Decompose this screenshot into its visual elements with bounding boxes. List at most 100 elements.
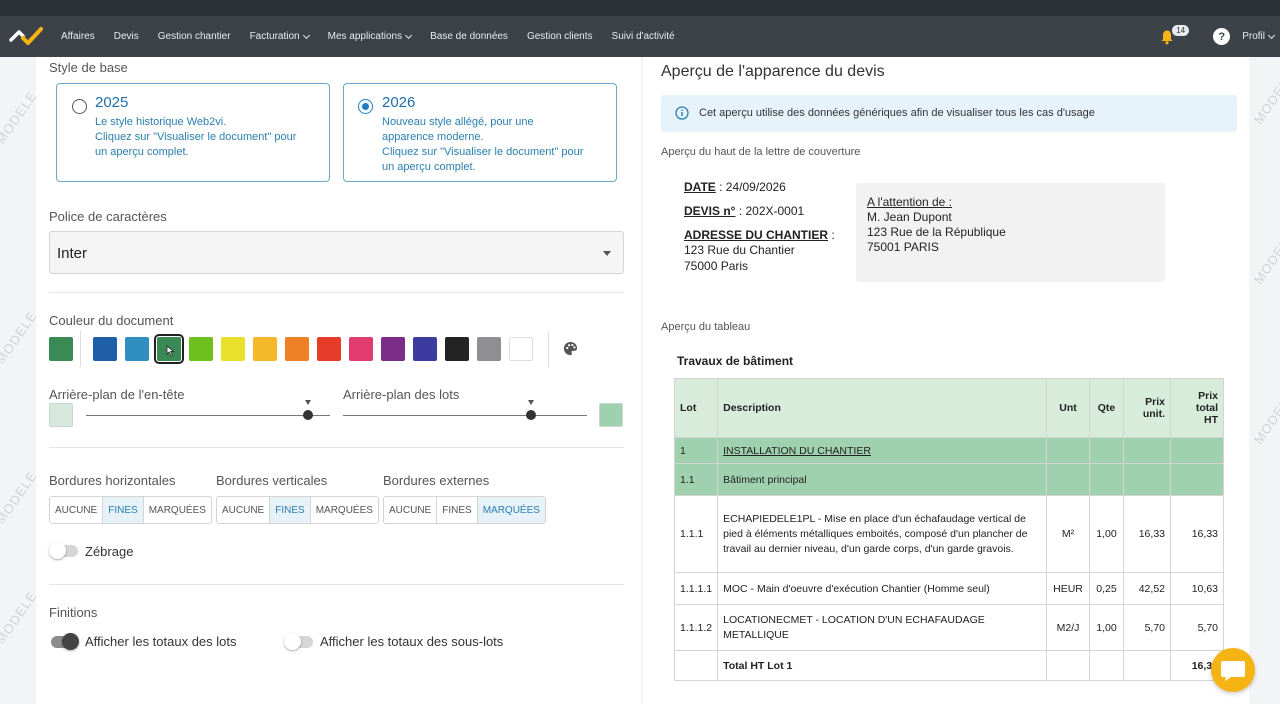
nav-item[interactable]: Affaires: [61, 31, 95, 42]
cell-qty: [1089, 650, 1124, 681]
nav-item-label: Mes applications: [327, 31, 403, 42]
caret-down-icon: [603, 251, 611, 256]
header-bg-slider-thumb[interactable]: [303, 410, 314, 420]
color-swatch[interactable]: [189, 337, 213, 361]
color-swatch[interactable]: [317, 337, 341, 361]
nav-item[interactable]: Facturation: [249, 31, 310, 42]
nav-item[interactable]: Mes applications: [327, 31, 413, 42]
cell-lot: 1: [673, 437, 719, 464]
nav-item[interactable]: Gestion clients: [527, 31, 593, 42]
date-value: : 24/09/2026: [715, 180, 786, 194]
help-button[interactable]: ?: [1213, 28, 1231, 45]
nav-item[interactable]: Base de données: [430, 31, 508, 42]
chat-icon: [1221, 661, 1245, 681]
style-desc-line: apparence moderne.: [382, 131, 484, 143]
font-label: Police de caractères: [49, 209, 167, 224]
lots-bg-slider[interactable]: [343, 415, 587, 416]
cell-qty: 1,00: [1089, 604, 1124, 651]
header-bg-slider[interactable]: [86, 415, 330, 416]
lots-bg-preview: [599, 403, 623, 427]
toggle-knob: [62, 633, 79, 650]
color-swatch[interactable]: [445, 337, 469, 361]
style-option-2026[interactable]: 2026 Nouveau style allégé, pour une appa…: [343, 83, 617, 182]
border-option-button[interactable]: AUCUNE: [384, 497, 438, 523]
cell-desc: INSTALLATION DU CHANTIER: [717, 437, 1047, 464]
nav-item[interactable]: Suivi d'activité: [612, 31, 675, 42]
nav-item-label: Gestion clients: [526, 31, 593, 42]
header-bg-preview: [49, 403, 73, 427]
border-ext-segmented: AUCUNE FINES MARQUÉES: [383, 496, 546, 524]
border-option-button[interactable]: FINES: [103, 497, 144, 523]
current-color-swatch: [49, 337, 73, 361]
chevron-down-icon: [1267, 31, 1276, 39]
palette-icon[interactable]: [563, 341, 578, 356]
cell-lot: 1.1.1.2: [673, 604, 719, 651]
watermark-text: MODELE: [0, 588, 41, 647]
style-radio-2026[interactable]: [358, 99, 373, 114]
info-text: Cet aperçu utilise des données générique…: [699, 107, 1095, 119]
cell-qty: [1089, 463, 1124, 496]
lots-bg-slider-thumb[interactable]: [525, 410, 536, 420]
nav-item[interactable]: Devis: [114, 31, 139, 42]
color-swatch[interactable]: [93, 337, 117, 361]
color-swatch[interactable]: [349, 337, 373, 361]
logo[interactable]: [9, 24, 45, 50]
border-option-button[interactable]: MARQUÉES: [311, 497, 378, 523]
border-ext-label: Bordures externes: [383, 473, 490, 488]
notifications-button[interactable]: 14: [1159, 24, 1190, 45]
table-row: 1.1.1.2 LOCATIONECMET - LOCATION D'UN EC…: [673, 604, 1224, 651]
color-swatch[interactable]: [253, 337, 277, 361]
profile-menu[interactable]: Profil: [1242, 31, 1276, 42]
border-option-button[interactable]: AUCUNE: [217, 497, 271, 523]
address-line1: 123 Rue du Chantier: [684, 243, 795, 257]
table-row-lot: 1 INSTALLATION DU CHANTIER: [673, 437, 1224, 464]
style-radio-2025[interactable]: [72, 99, 87, 114]
total-label: Total HT Lot 1: [717, 650, 1047, 681]
table-header-row: Lot Description Unt Qte Prix unit. Prix to…: [673, 378, 1224, 438]
lots-bg-label: Arrière-plan des lots: [343, 387, 460, 402]
cell-price: 16,33: [1123, 495, 1171, 573]
color-swatch[interactable]: [154, 334, 184, 364]
nav-item-label: Base de données: [430, 31, 508, 42]
cell-qty: 1,00: [1089, 495, 1124, 573]
sublot-totals-toggle[interactable]: [284, 633, 313, 650]
toggle-knob: [284, 633, 301, 650]
border-option-button[interactable]: FINES: [437, 497, 478, 523]
border-option-button[interactable]: MARQUÉES: [144, 497, 211, 523]
color-swatch[interactable]: [125, 337, 149, 361]
preview-panel: Aperçu de l'apparence du devis Cet aperç…: [643, 57, 1249, 704]
chat-button[interactable]: [1211, 648, 1255, 692]
border-v-label: Bordures verticales: [216, 473, 328, 488]
color-swatch[interactable]: [509, 337, 533, 361]
color-swatch[interactable]: [285, 337, 309, 361]
zebra-label: Zébrage: [85, 544, 134, 559]
lot-totals-toggle[interactable]: [51, 633, 79, 650]
font-select[interactable]: Inter: [49, 231, 624, 274]
cell-total: 5,70: [1170, 604, 1224, 651]
table-row: 1.1.1.1 MOC - Main d'oeuvre d'exécution …: [673, 572, 1224, 605]
zebra-toggle[interactable]: [49, 542, 78, 559]
nav-item-label: Gestion chantier: [157, 31, 231, 42]
cell-lot: [673, 650, 719, 681]
cell-qty: [1089, 437, 1124, 464]
border-option-button[interactable]: MARQUÉES: [477, 497, 545, 523]
cell-total: 16,33: [1170, 495, 1224, 573]
divider: [49, 292, 624, 293]
color-swatch[interactable]: [477, 337, 501, 361]
color-swatch[interactable]: [221, 337, 245, 361]
nav-item-label: Affaires: [61, 31, 95, 42]
cell-price: 42,52: [1123, 572, 1171, 605]
font-select-value: Inter: [57, 245, 88, 262]
profile-label: Profil: [1242, 31, 1265, 42]
border-option-button[interactable]: AUCUNE: [50, 497, 104, 523]
color-swatch[interactable]: [413, 337, 437, 361]
nav-item-label: Facturation: [249, 31, 300, 42]
divider: [49, 584, 624, 585]
style-option-2025[interactable]: 2025 Le style historique Web2vi. Cliquez…: [56, 83, 330, 182]
chevron-down-icon: [405, 31, 413, 39]
border-option-button[interactable]: FINES: [270, 497, 311, 523]
col-header-desc: Description: [717, 378, 1047, 438]
nav-item[interactable]: Gestion chantier: [158, 31, 231, 42]
color-swatch[interactable]: [381, 337, 405, 361]
watermark-text: MODELE: [0, 468, 41, 527]
